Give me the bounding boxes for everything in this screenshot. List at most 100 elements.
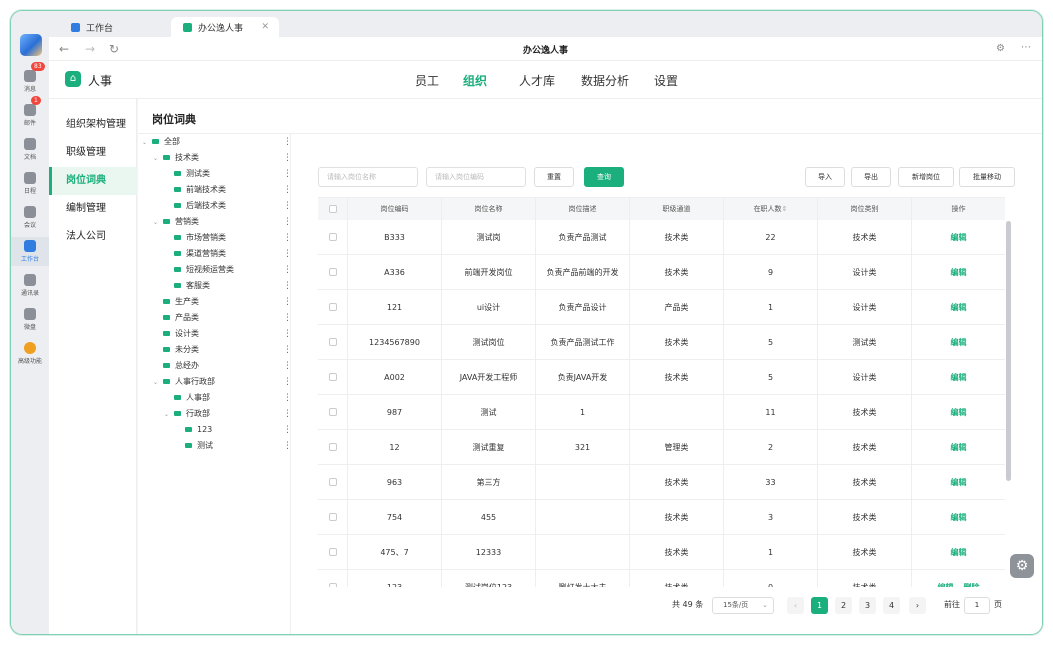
position-name-input[interactable]: 请输入岗位名称 — [318, 167, 418, 187]
row-checkbox-cell[interactable] — [318, 290, 348, 324]
checkbox[interactable] — [328, 268, 337, 276]
export-button[interactable]: 导出 — [851, 167, 891, 187]
tree-node[interactable]: 前端技术类 ⋮ — [164, 182, 292, 198]
checkbox[interactable] — [328, 338, 337, 346]
batch-move-button[interactable]: 批量移动 — [959, 167, 1015, 187]
tree-node[interactable]: 生产类 ⋮ — [153, 294, 292, 310]
tree-node[interactable]: 测试类 ⋮ — [164, 166, 292, 182]
more-vertical-icon[interactable]: ⋮ — [283, 150, 292, 166]
tree-node[interactable]: 渠道营销类 ⋮ — [164, 246, 292, 262]
tree-node[interactable]: 市场营销类 ⋮ — [164, 230, 292, 246]
rail-item[interactable]: 微盘 — [11, 305, 49, 334]
page-button[interactable]: 3 — [859, 597, 876, 614]
row-checkbox-cell[interactable] — [318, 220, 348, 254]
more-vertical-icon[interactable]: ⋮ — [283, 294, 292, 310]
tree-node[interactable]: 未分类 ⋮ — [153, 342, 292, 358]
more-vertical-icon[interactable]: ⋮ — [283, 358, 292, 374]
more-vertical-icon[interactable]: ⋮ — [283, 438, 292, 454]
more-vertical-icon[interactable]: ⋮ — [283, 374, 292, 390]
row-checkbox-cell[interactable] — [318, 360, 348, 394]
rail-item[interactable]: 高级功能 — [11, 339, 49, 368]
checkbox[interactable] — [328, 233, 337, 241]
avatar[interactable] — [20, 34, 42, 56]
gear-icon[interactable]: ⚙ — [1010, 554, 1034, 578]
more-vertical-icon[interactable]: ⋮ — [283, 278, 292, 294]
more-vertical-icon[interactable]: ⋮ — [283, 246, 292, 262]
tab-hr[interactable]: 办公逸人事 ✕ — [171, 17, 279, 37]
reset-button[interactable]: 重置 — [534, 167, 574, 187]
tree-node[interactable]: 产品类 ⋮ — [153, 310, 292, 326]
more-vertical-icon[interactable]: ⋮ — [283, 198, 292, 214]
settings-icon[interactable]: ⚙ — [996, 43, 1005, 54]
row-checkbox-cell[interactable] — [318, 430, 348, 464]
add-position-button[interactable]: 新增岗位 — [898, 167, 954, 187]
checkbox[interactable] — [328, 443, 337, 451]
menu-item[interactable]: 组织架构管理 — [49, 111, 137, 139]
edit-button[interactable]: 编辑 — [951, 477, 967, 488]
table-row[interactable]: 963 第三方 技术类 33 技术类 编辑 — [318, 465, 1005, 500]
more-vertical-icon[interactable]: ⋮ — [283, 166, 292, 182]
tree-node[interactable]: 测试 ⋮ — [175, 438, 292, 454]
table-row[interactable]: 1234567890 测试岗位 负责产品测试工作 技术类 5 测试类 编辑 — [318, 325, 1005, 360]
goto-page-input[interactable]: 1 — [964, 597, 990, 614]
page-button[interactable]: 1 — [811, 597, 828, 614]
more-vertical-icon[interactable]: ⋮ — [283, 406, 292, 422]
nav-tab[interactable]: 数据分析 — [581, 72, 629, 89]
rail-item[interactable]: 邮件 1 — [11, 96, 49, 130]
edit-button[interactable]: 编辑 — [938, 582, 954, 588]
next-page-button[interactable]: › — [909, 597, 926, 614]
tree-node[interactable]: ⌄ 全部 ⋮ — [142, 134, 292, 150]
scrollbar[interactable] — [1006, 221, 1011, 481]
nav-tab[interactable]: 人才库 — [519, 72, 555, 89]
nav-tab[interactable]: 组织 — [463, 72, 487, 89]
nav-tab[interactable]: 设置 — [654, 72, 678, 89]
more-vertical-icon[interactable]: ⋮ — [283, 310, 292, 326]
checkbox[interactable] — [328, 583, 337, 587]
table-row[interactable]: 123 测试岗位123 唰灯发士大夫 技术类 0 技术类 编辑 删除 — [318, 570, 1005, 587]
tree-node[interactable]: 客服类 ⋮ — [164, 278, 292, 294]
more-vertical-icon[interactable]: ⋮ — [283, 134, 292, 150]
edit-button[interactable]: 编辑 — [951, 442, 967, 453]
table-row[interactable]: B333 测试岗 负责产品测试 技术类 22 技术类 编辑 — [318, 220, 1005, 255]
menu-item[interactable]: 职级管理 — [49, 139, 137, 167]
table-row[interactable]: 475、7 12333 技术类 1 技术类 编辑 — [318, 535, 1005, 570]
row-checkbox-cell[interactable] — [318, 465, 348, 499]
edit-button[interactable]: 编辑 — [951, 337, 967, 348]
sort-icon[interactable]: ⇕ — [782, 205, 788, 213]
checkbox[interactable] — [328, 303, 337, 311]
tree-node[interactable]: 人事部 ⋮ — [164, 390, 292, 406]
table-row[interactable]: A002 JAVA开发工程师 负责JAVA开发 技术类 5 设计类 编辑 — [318, 360, 1005, 395]
table-row[interactable]: 754 455 技术类 3 技术类 编辑 — [318, 500, 1005, 535]
page-button[interactable]: 2 — [835, 597, 852, 614]
rail-item[interactable]: 日程 — [11, 169, 49, 198]
tree-node[interactable]: ⌄ 行政部 ⋮ — [164, 406, 292, 422]
row-checkbox-cell[interactable] — [318, 535, 348, 569]
more-vertical-icon[interactable]: ⋮ — [283, 214, 292, 230]
checkbox[interactable] — [328, 478, 337, 486]
row-checkbox-cell[interactable] — [318, 570, 348, 587]
menu-item[interactable]: 编制管理 — [49, 195, 137, 223]
edit-button[interactable]: 编辑 — [951, 232, 967, 243]
tree-node[interactable]: 短视频运营类 ⋮ — [164, 262, 292, 278]
table-row[interactable]: 12 测试重复 321 管理类 2 技术类 编辑 — [318, 430, 1005, 465]
more-vertical-icon[interactable]: ⋮ — [283, 262, 292, 278]
rail-item[interactable]: 工作台 — [11, 237, 49, 266]
tree-node[interactable]: 后端技术类 ⋮ — [164, 198, 292, 214]
edit-button[interactable]: 编辑 — [951, 407, 967, 418]
prev-page-button[interactable]: ‹ — [787, 597, 804, 614]
more-vertical-icon[interactable]: ⋮ — [283, 230, 292, 246]
close-icon[interactable]: ✕ — [261, 22, 269, 32]
rail-item[interactable]: 文档 — [11, 135, 49, 164]
rail-item[interactable]: 通讯录 — [11, 271, 49, 300]
edit-button[interactable]: 编辑 — [951, 372, 967, 383]
menu-item[interactable]: 法人公司 — [49, 223, 137, 251]
tree-node[interactable]: 设计类 ⋮ — [153, 326, 292, 342]
tab-workbench[interactable]: 工作台 — [59, 17, 169, 37]
row-checkbox-cell[interactable] — [318, 395, 348, 429]
checkbox[interactable] — [328, 513, 337, 521]
row-checkbox-cell[interactable] — [318, 255, 348, 289]
position-code-input[interactable]: 请输入岗位编码 — [426, 167, 526, 187]
table-row[interactable]: 987 测试 1 11 技术类 编辑 — [318, 395, 1005, 430]
checkbox[interactable] — [328, 408, 337, 416]
row-checkbox-cell[interactable] — [318, 500, 348, 534]
